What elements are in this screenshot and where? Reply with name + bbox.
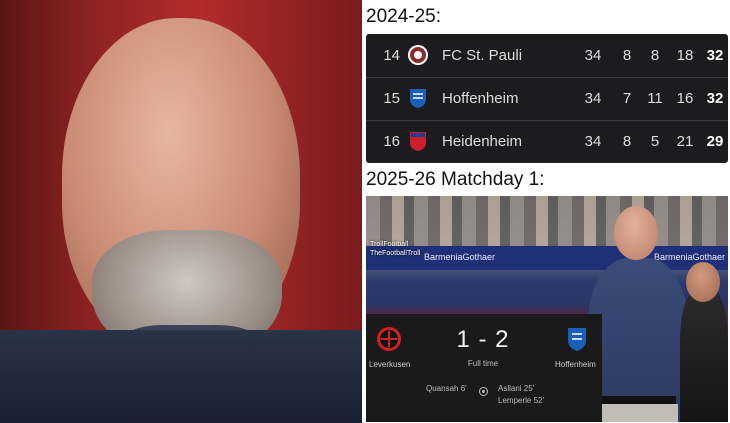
manager-portrait-photo (0, 0, 362, 423)
season-heading: 2024-25: (366, 6, 442, 27)
background-person-head (686, 262, 720, 302)
manager-figure (588, 206, 688, 422)
standings-position: 15 (383, 90, 400, 107)
away-team-name: Hoffenheim (555, 360, 596, 369)
watermark: TrollFootball TheFootballTroll (370, 240, 420, 258)
standings-lost: 21 (676, 133, 694, 150)
standings-position: 14 (383, 47, 400, 64)
heidenheim-crest-icon (406, 129, 430, 153)
standings-drawn: 8 (650, 47, 660, 64)
manager-trousers (598, 404, 678, 422)
standings-won: 8 (622, 133, 632, 150)
score-card: Leverkusen 1 - 2 Full time Hoffenheim Qu… (366, 314, 602, 422)
football-icon (479, 383, 488, 396)
standings-points: 32 (706, 90, 724, 107)
standings-points: 29 (706, 133, 724, 150)
standings-drawn: 5 (650, 133, 660, 150)
match-status: Full time (467, 359, 499, 368)
manager-belt (600, 396, 676, 404)
hoffenheim-crest-icon (406, 86, 430, 110)
manager-head (614, 206, 658, 260)
standings-lost: 18 (676, 47, 694, 64)
home-scorer: Quansah 6' (426, 384, 467, 393)
ad-text: BarmeniaGothaer (424, 252, 496, 262)
standings-points: 32 (706, 47, 724, 64)
standings-won: 7 (622, 90, 632, 107)
match-score: 1 - 2 (456, 326, 510, 353)
standings-team-name: Hoffenheim (442, 90, 519, 107)
home-team-name: Leverkusen (369, 360, 411, 369)
away-scorer: Lemperle 52' (498, 396, 544, 405)
standings-won: 8 (622, 47, 632, 64)
watermark-line: TrollFootball (370, 241, 409, 248)
matchday-heading: 2025-26 Matchday 1: (366, 169, 545, 190)
standings-team-name: FC St. Pauli (442, 47, 523, 64)
standings-drawn: 11 (647, 90, 663, 107)
watermark-line: TheFootballTroll (370, 250, 421, 257)
hoffenheim-crest-icon (564, 326, 590, 352)
right-column: 2024-25: 14 FC St. Pauli 34 8 8 18 32 15 (364, 0, 730, 423)
standings-team-name: Heidenheim (442, 133, 523, 150)
portrait-shirt (0, 330, 362, 423)
standings-row: 14 FC St. Pauli 34 8 8 18 32 (366, 34, 728, 78)
matchday-photo: BarmeniaGothaer BarmeniaGothaer TrollFoo… (366, 196, 728, 422)
background-person (680, 262, 728, 422)
st-pauli-crest-icon (406, 43, 430, 67)
standings-played: 34 (584, 47, 602, 64)
standings-position: 16 (383, 133, 400, 150)
standings-played: 34 (584, 90, 602, 107)
leverkusen-crest-icon (376, 326, 402, 352)
standings-row: 15 Hoffenheim 34 7 11 16 32 (366, 77, 728, 121)
standings-table: 14 FC St. Pauli 34 8 8 18 32 15 Hoffenhe… (366, 34, 728, 163)
away-scorer: Asllani 25' (498, 384, 535, 393)
standings-row: 16 Heidenheim 34 8 5 21 29 (366, 120, 728, 163)
standings-played: 34 (584, 133, 602, 150)
standings-lost: 16 (676, 90, 694, 107)
